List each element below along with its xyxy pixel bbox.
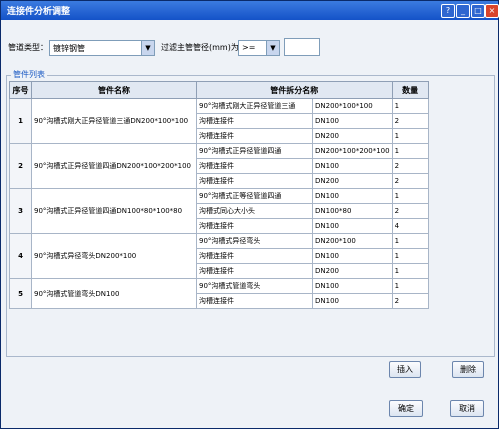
- row-index: 4: [9, 233, 32, 279]
- operator-value: >=: [242, 43, 256, 52]
- split-name-cell[interactable]: 沟槽式同心大小头: [196, 203, 313, 219]
- table-row[interactable]: 1 90°沟槽式刚大正异径管道三通DN200*100*100 90°沟槽式刚大正异径…: [9, 98, 429, 144]
- quantity-cell[interactable]: 2: [391, 293, 429, 309]
- quantity-cell[interactable]: 2: [391, 158, 429, 174]
- table-row[interactable]: 5 90°沟槽式管道弯头DN100 90°沟槽式管道弯头 DN100 1: [9, 278, 429, 309]
- spec-cell[interactable]: DN100: [312, 188, 393, 204]
- split-name-cell[interactable]: 沟槽连接件: [196, 293, 313, 309]
- table-row[interactable]: 3 90°沟槽式正异径管道四通DN100*80*100*80 90°沟槽式正等径管道…: [9, 188, 429, 234]
- spec-cell[interactable]: DN200: [312, 173, 393, 189]
- split-name-cell[interactable]: 90°沟槽式异径弯头: [196, 233, 313, 249]
- quantity-cell[interactable]: 4: [391, 218, 429, 234]
- table-header-row: 序号 管件名称 管件拆分名称 数量: [9, 81, 429, 99]
- chevron-down-icon[interactable]: ▼: [266, 41, 279, 55]
- close-icon[interactable]: ×: [485, 4, 499, 18]
- quantity-cell[interactable]: 1: [391, 263, 429, 279]
- quantity-cell[interactable]: 1: [391, 128, 429, 144]
- fitting-name-cell[interactable]: 90°沟槽式刚大正异径管道三通DN200*100*100: [31, 98, 197, 144]
- maximize-icon[interactable]: □: [471, 4, 485, 18]
- row-index: 1: [9, 98, 32, 144]
- split-name-cell[interactable]: 沟槽连接件: [196, 113, 313, 129]
- table-row[interactable]: 2 90°沟槽式正异径管道四通DN200*100*200*100 90°沟槽式正异径…: [9, 143, 429, 189]
- spec-cell[interactable]: DN200: [312, 263, 393, 279]
- ok-button[interactable]: 确定: [389, 400, 423, 417]
- quantity-cell[interactable]: 1: [391, 188, 429, 204]
- row-index: 2: [9, 143, 32, 189]
- delete-button[interactable]: 删除: [452, 361, 484, 378]
- split-name-cell[interactable]: 沟槽连接件: [196, 128, 313, 144]
- spec-cell[interactable]: DN200*100*200*100: [312, 143, 393, 159]
- header-quantity: 数量: [391, 81, 429, 99]
- spec-cell[interactable]: DN200: [312, 128, 393, 144]
- diameter-input[interactable]: [284, 38, 320, 56]
- table-row[interactable]: 4 90°沟槽式异径弯头DN200*100 90°沟槽式异径弯头 DN200*100 1: [9, 233, 429, 279]
- pipe-type-label: 管道类型：: [8, 43, 48, 52]
- filter-label: 过滤主管管径(mm)为：: [161, 43, 247, 52]
- insert-button[interactable]: 插入: [389, 361, 421, 378]
- split-name-cell[interactable]: 90°沟槽式刚大正异径管道三通: [196, 98, 313, 114]
- help-icon[interactable]: ?: [441, 4, 455, 18]
- split-name-cell[interactable]: 90°沟槽式管道弯头: [196, 278, 313, 294]
- pipe-type-select[interactable]: 镀锌钢管 ▼: [49, 40, 155, 56]
- spec-cell[interactable]: DN100: [312, 113, 393, 129]
- spec-cell[interactable]: DN100: [312, 293, 393, 309]
- quantity-cell[interactable]: 1: [391, 233, 429, 249]
- fitting-name-cell[interactable]: 90°沟槽式管道弯头DN100: [31, 278, 197, 309]
- header-split-name: 管件拆分名称: [196, 81, 393, 99]
- spec-cell[interactable]: DN100*80: [312, 203, 393, 219]
- split-name-cell[interactable]: 90°沟槽式正异径管道四通: [196, 143, 313, 159]
- fitting-name-cell[interactable]: 90°沟槽式异径弯头DN200*100: [31, 233, 197, 279]
- row-index: 5: [9, 278, 32, 309]
- split-name-cell[interactable]: 沟槽连接件: [196, 173, 313, 189]
- spec-cell[interactable]: DN200*100*100: [312, 98, 393, 114]
- row-index: 3: [9, 188, 32, 234]
- fitting-list-title: 管件列表: [11, 69, 47, 80]
- quantity-cell[interactable]: 1: [391, 98, 429, 114]
- quantity-cell[interactable]: 1: [391, 143, 429, 159]
- pipe-type-value: 镀锌钢管: [53, 44, 85, 53]
- fitting-table: 序号 管件名称 管件拆分名称 数量 1 90°沟槽式刚大正异径管道三通DN200*…: [9, 81, 429, 309]
- quantity-cell[interactable]: 2: [391, 113, 429, 129]
- split-name-cell[interactable]: 沟槽连接件: [196, 248, 313, 264]
- quantity-cell[interactable]: 2: [391, 173, 429, 189]
- window-title: 连接件分析调整: [7, 7, 71, 17]
- spec-cell[interactable]: DN100: [312, 278, 393, 294]
- dialog-window: 连接件分析调整 ? _ □ × 管道类型： 镀锌钢管 ▼ 过滤主管管径(mm)为…: [0, 0, 499, 429]
- operator-select[interactable]: >= ▼: [238, 40, 280, 56]
- spec-cell[interactable]: DN200*100: [312, 233, 393, 249]
- cancel-button[interactable]: 取消: [450, 400, 484, 417]
- title-bar[interactable]: 连接件分析调整 ? _ □ ×: [1, 1, 499, 20]
- spec-cell[interactable]: DN100: [312, 158, 393, 174]
- minimize-icon[interactable]: _: [456, 4, 470, 18]
- fitting-name-cell[interactable]: 90°沟槽式正异径管道四通DN100*80*100*80: [31, 188, 197, 234]
- fitting-name-cell[interactable]: 90°沟槽式正异径管道四通DN200*100*200*100: [31, 143, 197, 189]
- header-fitting-name: 管件名称: [31, 81, 197, 99]
- quantity-cell[interactable]: 1: [391, 278, 429, 294]
- split-name-cell[interactable]: 90°沟槽式正等径管道四通: [196, 188, 313, 204]
- split-name-cell[interactable]: 沟槽连接件: [196, 218, 313, 234]
- quantity-cell[interactable]: 1: [391, 248, 429, 264]
- split-name-cell[interactable]: 沟槽连接件: [196, 263, 313, 279]
- chevron-down-icon[interactable]: ▼: [141, 41, 154, 55]
- spec-cell[interactable]: DN100: [312, 248, 393, 264]
- spec-cell[interactable]: DN100: [312, 218, 393, 234]
- header-index: 序号: [9, 81, 32, 99]
- quantity-cell[interactable]: 2: [391, 203, 429, 219]
- split-name-cell[interactable]: 沟槽连接件: [196, 158, 313, 174]
